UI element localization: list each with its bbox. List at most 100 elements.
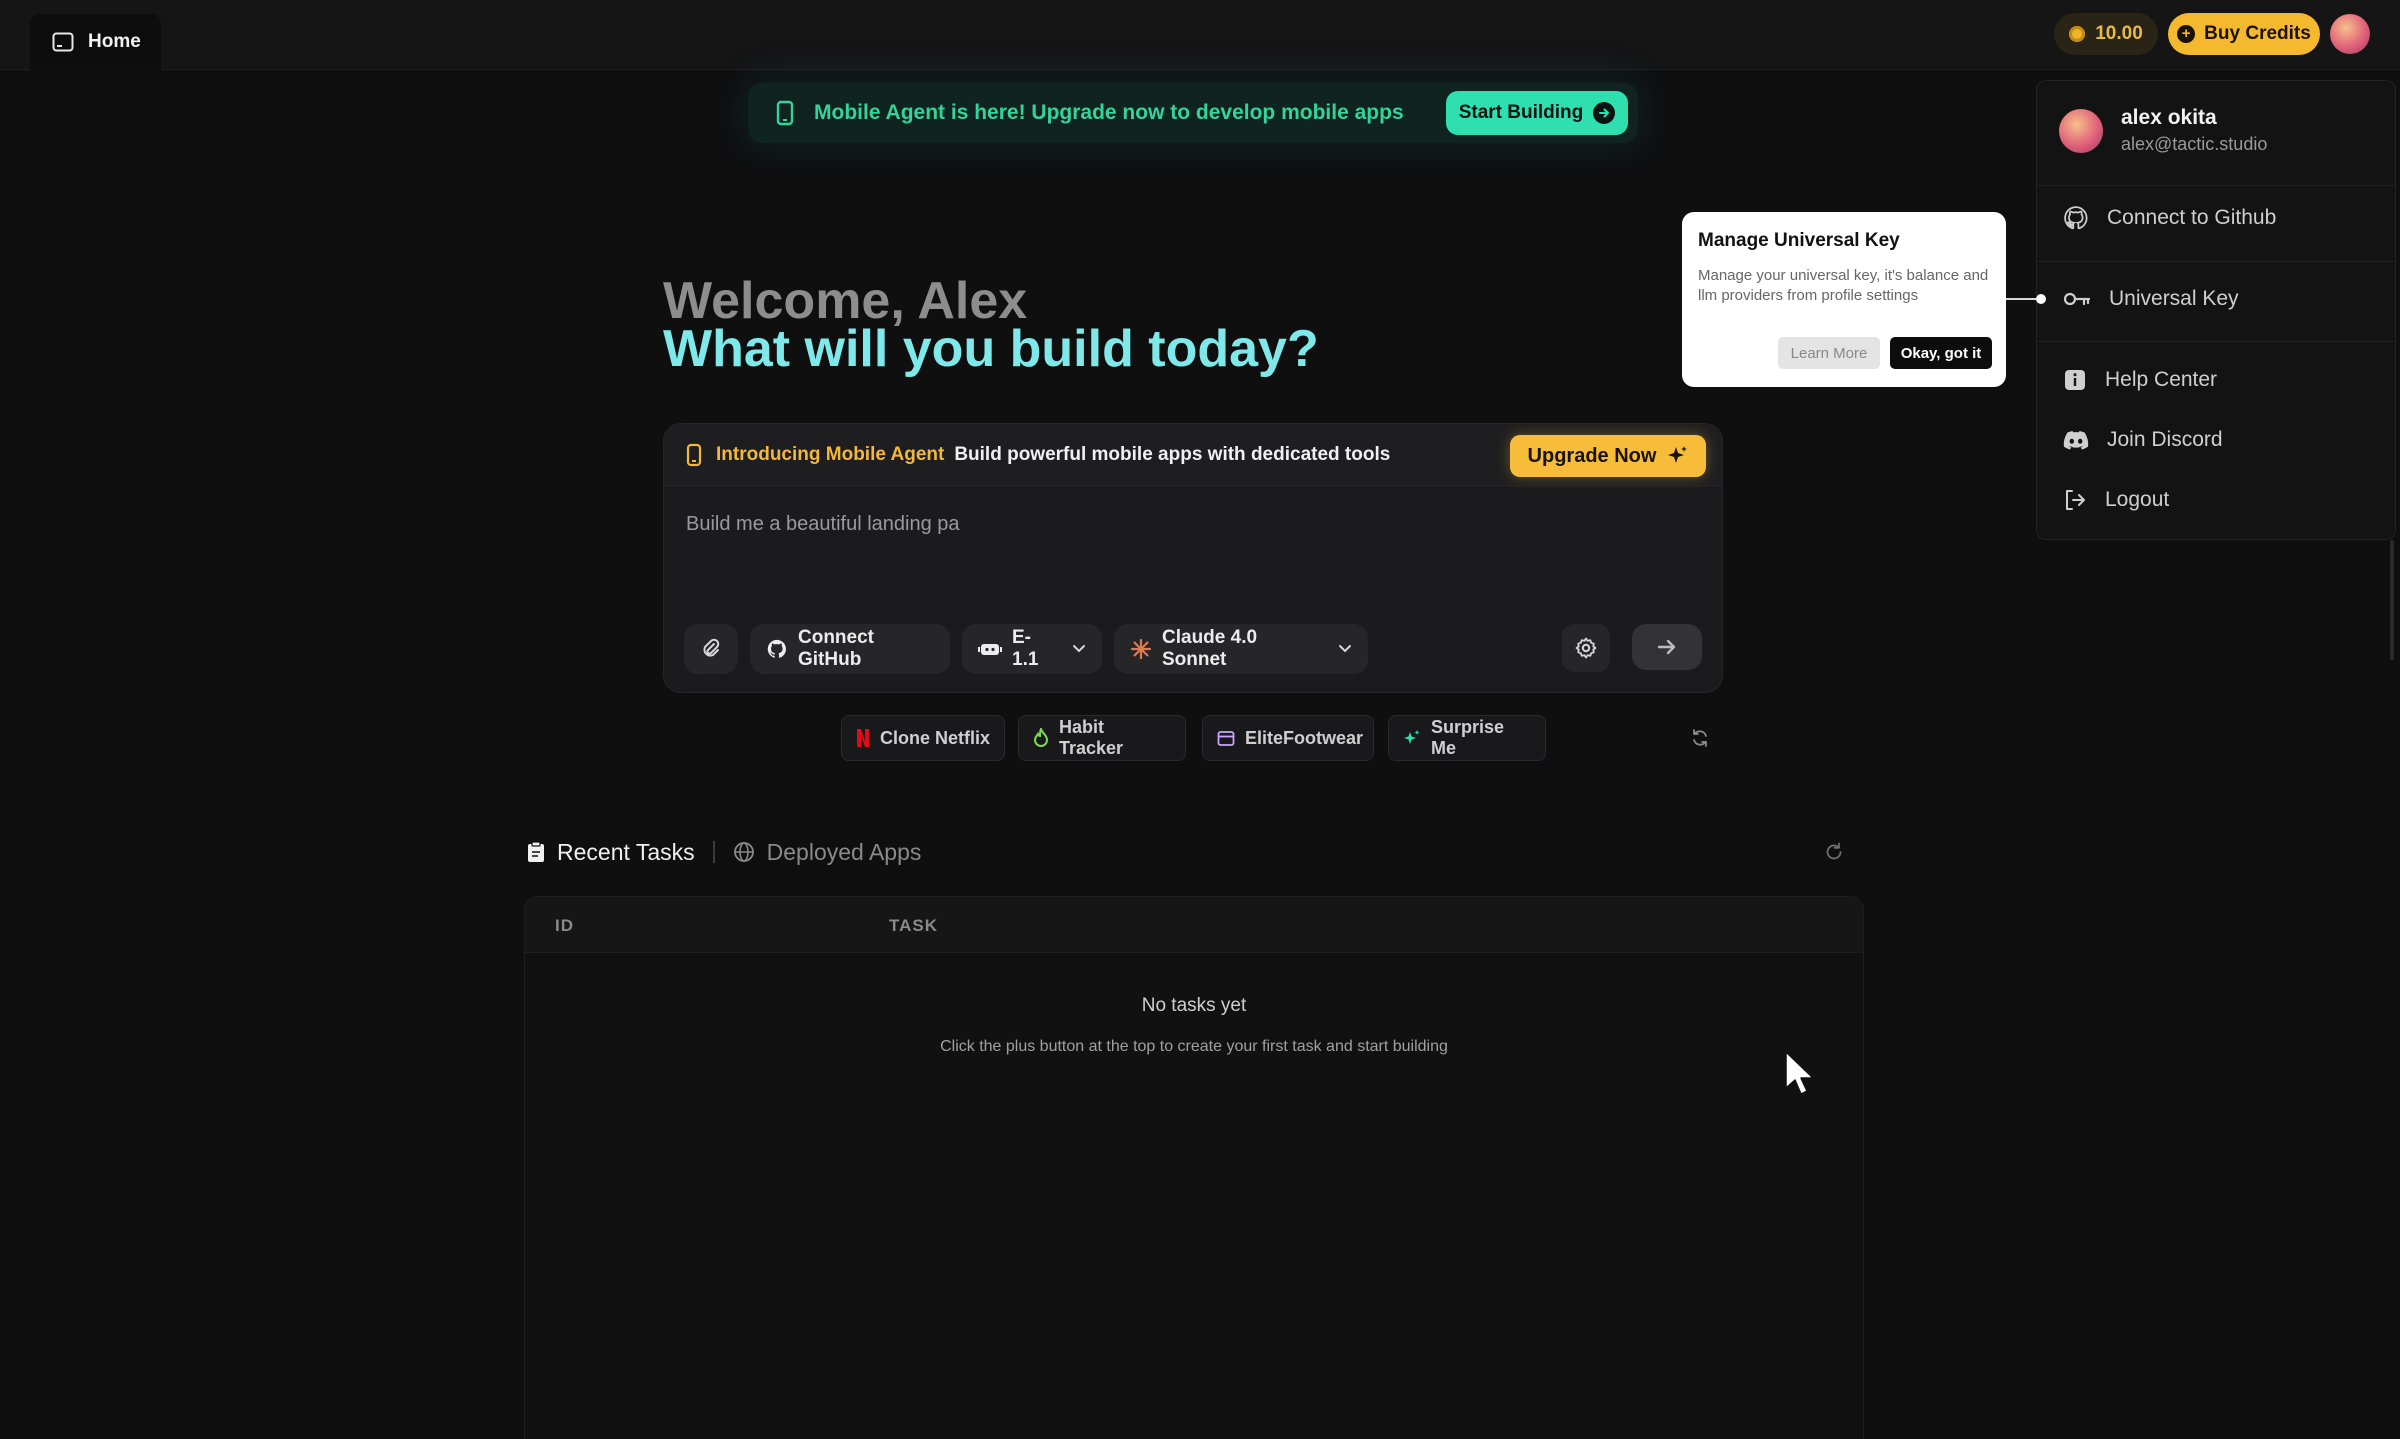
okay-got-it-button[interactable]: Okay, got it bbox=[1890, 337, 1992, 369]
menu-item-label: Universal Key bbox=[2109, 287, 2239, 310]
prompt-composer: Introducing Mobile Agent Build powerful … bbox=[663, 423, 1723, 693]
phone-icon bbox=[776, 100, 794, 126]
menu-item-label: Help Center bbox=[2105, 368, 2218, 391]
learn-more-button[interactable]: Learn More bbox=[1778, 337, 1880, 369]
column-header-id: ID bbox=[555, 916, 574, 935]
menu-item-join-discord[interactable]: Join Discord bbox=[2063, 425, 2223, 455]
mobile-agent-banner: Mobile Agent is here! Upgrade now to dev… bbox=[748, 83, 1638, 143]
menu-divider bbox=[2037, 341, 2395, 342]
menu-item-logout[interactable]: Logout bbox=[2063, 485, 2169, 515]
start-building-label: Start Building bbox=[1458, 102, 1584, 123]
task-tabs: Recent Tasks Deployed Apps bbox=[527, 836, 921, 868]
menu-item-label: Logout bbox=[2105, 488, 2170, 511]
clipboard-icon bbox=[527, 841, 545, 863]
empty-state-title: No tasks yet bbox=[1141, 995, 1247, 1016]
github-icon bbox=[766, 638, 788, 660]
suggestion-habit-tracker[interactable]: Habit Tracker bbox=[1018, 715, 1186, 761]
build-question-heading: What will you build today? bbox=[663, 320, 1319, 378]
intro-label: Introducing Mobile Agent bbox=[716, 443, 945, 465]
robot-icon bbox=[978, 639, 1002, 659]
netflix-icon bbox=[856, 728, 870, 748]
home-icon bbox=[52, 32, 74, 52]
scrollbar[interactable] bbox=[2390, 540, 2394, 660]
mouse-cursor-icon bbox=[1784, 1050, 1814, 1096]
menu-divider bbox=[2037, 261, 2395, 262]
intro-description: Build powerful mobile apps with dedicate… bbox=[954, 443, 1391, 465]
suggestion-label: Habit Tracker bbox=[1059, 717, 1124, 758]
top-bar: Home 10.00 + Buy Credits bbox=[0, 0, 2400, 70]
composer-toolbar: Connect GitHub E-1.1 Claude 4.0 Sonnet bbox=[684, 624, 1702, 674]
prompt-input[interactable] bbox=[686, 506, 1686, 542]
connect-github-button[interactable]: Connect GitHub bbox=[750, 624, 950, 674]
globe-icon bbox=[733, 841, 755, 863]
tab-deployed-apps-label: Deployed Apps bbox=[766, 838, 922, 865]
start-building-button[interactable]: Start Building bbox=[1446, 91, 1628, 135]
model-label: Claude 4.0 Sonnet bbox=[1162, 627, 1258, 670]
menu-item-help-center[interactable]: Help Center bbox=[2063, 365, 2217, 395]
tab-deployed-apps[interactable]: Deployed Apps bbox=[733, 838, 922, 866]
sparkle-icon bbox=[1403, 729, 1421, 747]
suggestion-label: Surprise Me bbox=[1431, 717, 1505, 758]
chevron-down-icon bbox=[1072, 644, 1086, 654]
menu-item-universal-key[interactable]: Universal Key bbox=[2063, 284, 2239, 314]
tooltip-body: Manage your universal key, it's balance … bbox=[1698, 267, 1989, 304]
logout-icon bbox=[2063, 488, 2087, 512]
github-icon bbox=[2063, 205, 2089, 231]
tab-recent-tasks[interactable]: Recent Tasks bbox=[527, 839, 695, 866]
flame-icon bbox=[1033, 728, 1049, 748]
profile-email: alex@tactic.studio bbox=[2121, 134, 2268, 154]
arrow-right-icon bbox=[1593, 102, 1616, 124]
menu-item-label: Connect to Github bbox=[2107, 206, 2277, 229]
tooltip-anchor-dot bbox=[2036, 294, 2046, 304]
agent-selector[interactable]: E-1.1 bbox=[962, 624, 1102, 674]
plus-icon: + bbox=[2177, 25, 2196, 43]
tooltip-title: Manage Universal Key bbox=[1698, 230, 1900, 251]
tasks-table: ID TASK No tasks yet Click the plus butt… bbox=[524, 896, 1864, 1439]
menu-item-label: Join Discord bbox=[2107, 428, 2223, 451]
credits-value: 10.00 bbox=[2095, 23, 2143, 44]
chevron-down-icon bbox=[1338, 644, 1352, 654]
home-tab[interactable]: Home bbox=[30, 14, 161, 70]
settings-button[interactable] bbox=[1562, 624, 1610, 672]
empty-state-description: Click the plus button at the top to crea… bbox=[940, 1038, 1448, 1055]
discord-icon bbox=[2063, 430, 2089, 450]
mobile-agent-intro: Introducing Mobile Agent Build powerful … bbox=[664, 424, 1722, 486]
credits-balance[interactable]: 10.00 bbox=[2054, 13, 2158, 55]
refresh-suggestions-icon[interactable] bbox=[1690, 728, 1710, 748]
menu-item-connect-github[interactable]: Connect to Github bbox=[2063, 203, 2276, 233]
upgrade-now-button[interactable]: Upgrade Now bbox=[1510, 435, 1706, 477]
upgrade-now-label: Upgrade Now bbox=[1527, 444, 1657, 467]
calendar-icon bbox=[1217, 729, 1235, 747]
column-header-task: TASK bbox=[889, 916, 939, 935]
refresh-tasks-icon[interactable] bbox=[1824, 842, 1844, 862]
buy-credits-label: Buy Credits bbox=[2204, 23, 2311, 44]
key-icon bbox=[2063, 289, 2091, 309]
info-icon bbox=[2063, 368, 2087, 392]
menu-divider bbox=[2037, 185, 2395, 186]
send-button[interactable] bbox=[1632, 624, 1702, 670]
sparkle-icon bbox=[1666, 445, 1688, 467]
avatar bbox=[2059, 109, 2103, 153]
agent-label: E-1.1 bbox=[1012, 627, 1039, 670]
model-selector[interactable]: Claude 4.0 Sonnet bbox=[1114, 624, 1368, 674]
suggestion-label: Clone Netflix bbox=[880, 727, 991, 748]
table-header: ID TASK bbox=[525, 897, 1863, 953]
arrow-right-icon bbox=[1657, 638, 1677, 656]
banner-text: Mobile Agent is here! Upgrade now to dev… bbox=[814, 101, 1404, 124]
suggestion-surprise-me[interactable]: Surprise Me bbox=[1388, 715, 1546, 761]
paperclip-icon bbox=[701, 638, 721, 660]
phone-icon bbox=[686, 443, 702, 467]
gear-icon bbox=[1574, 636, 1598, 660]
suggestion-elitefootwear[interactable]: EliteFootwear bbox=[1202, 715, 1374, 761]
profile-menu: alex okita alex@tactic.studio Connect to… bbox=[2036, 80, 2396, 540]
claude-burst-icon bbox=[1130, 638, 1152, 660]
avatar[interactable] bbox=[2330, 14, 2370, 54]
home-tab-label: Home bbox=[88, 31, 141, 52]
connect-github-label: Connect GitHub bbox=[798, 627, 874, 670]
suggestion-clone-netflix[interactable]: Clone Netflix bbox=[841, 715, 1005, 761]
coin-icon bbox=[2069, 26, 2086, 42]
tab-recent-tasks-label: Recent Tasks bbox=[557, 838, 695, 865]
attach-button[interactable] bbox=[684, 624, 738, 674]
buy-credits-button[interactable]: + Buy Credits bbox=[2168, 13, 2320, 55]
universal-key-tooltip: Manage Universal Key Manage your univers… bbox=[1682, 212, 2006, 387]
